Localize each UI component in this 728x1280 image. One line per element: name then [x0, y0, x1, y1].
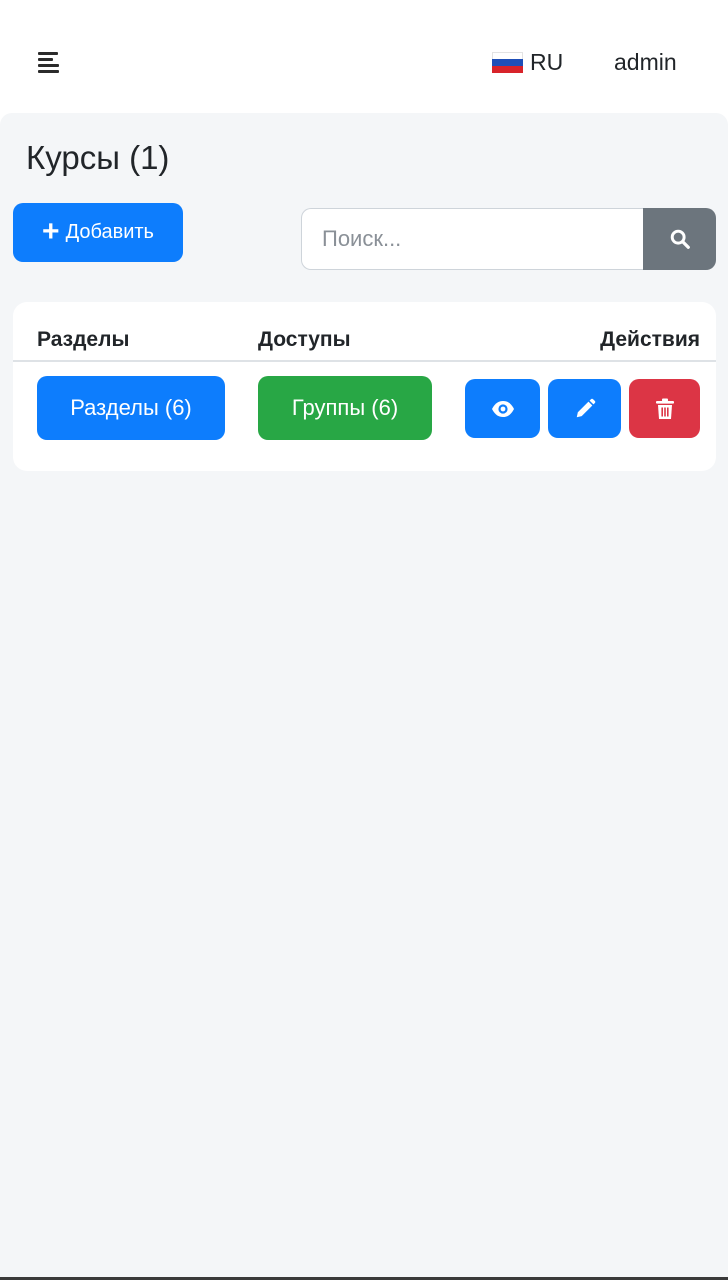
edit-button[interactable]	[548, 379, 621, 438]
eye-icon	[491, 400, 514, 417]
page-title: Курсы (1)	[26, 139, 170, 176]
search-button[interactable]	[643, 208, 716, 270]
main-content: Курсы (1) + Добавить Разделы Доступы Дей…	[0, 113, 728, 1280]
courses-table: Разделы Доступы Действия Разделы (6) Гру…	[13, 302, 716, 471]
hamburger-icon[interactable]	[38, 52, 62, 74]
groups-button[interactable]: Группы (6)	[258, 376, 432, 440]
add-button[interactable]: + Добавить	[13, 203, 183, 262]
trash-icon	[655, 398, 674, 419]
search-icon	[670, 229, 690, 249]
russia-flag-icon	[492, 51, 523, 73]
column-header-access: Доступы	[258, 328, 351, 351]
user-menu[interactable]: admin	[614, 48, 677, 76]
pencil-icon	[576, 398, 595, 417]
column-header-sections: Разделы	[37, 328, 130, 351]
sections-button[interactable]: Разделы (6)	[37, 376, 225, 440]
delete-button[interactable]	[629, 379, 700, 438]
language-code: RU	[530, 48, 564, 75]
view-button[interactable]	[465, 379, 540, 438]
search-group	[301, 208, 716, 270]
search-input[interactable]	[301, 208, 643, 270]
column-header-actions: Действия	[600, 328, 700, 351]
language-switcher[interactable]: RU	[492, 48, 563, 76]
top-navbar: RU admin	[0, 0, 728, 114]
add-button-label: Добавить	[65, 221, 154, 243]
plus-icon: +	[42, 214, 60, 248]
header-divider	[13, 360, 716, 362]
